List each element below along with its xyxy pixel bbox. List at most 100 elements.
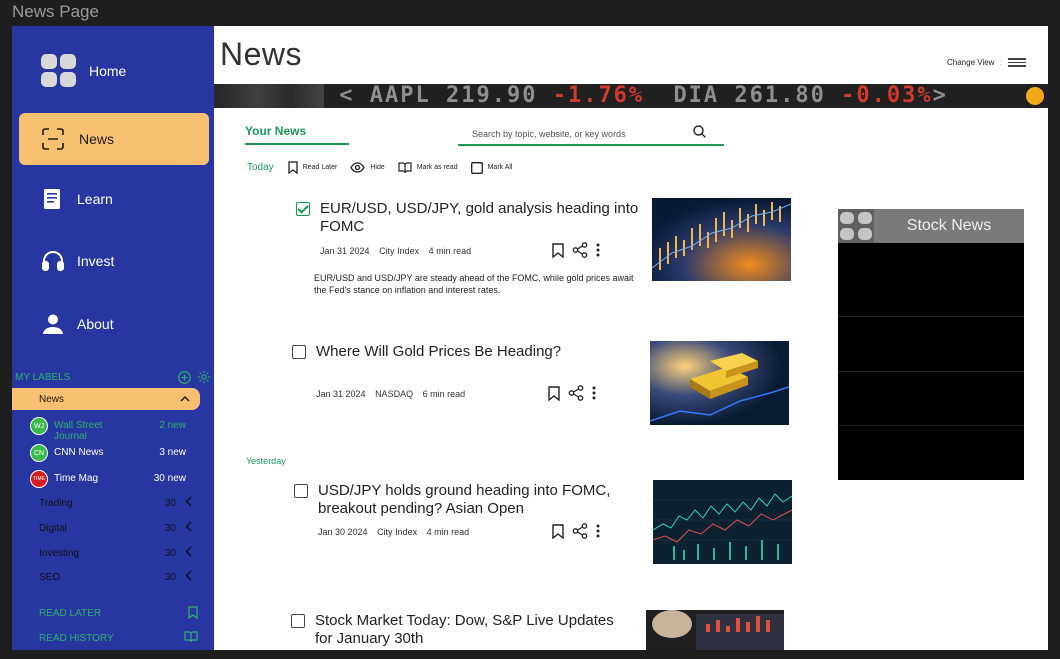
sidebar: Home News Learn Invest About MY LABELS N… bbox=[12, 26, 214, 650]
open-book-icon bbox=[398, 161, 412, 173]
bookmark-icon[interactable] bbox=[552, 242, 564, 258]
article-read-time: 6 min read bbox=[422, 389, 466, 399]
mark-as-read-button[interactable]: Mark as read bbox=[398, 161, 458, 174]
more-vertical-icon[interactable] bbox=[596, 243, 600, 257]
share-icon[interactable] bbox=[572, 242, 588, 258]
section-yesterday: Yesterday bbox=[246, 456, 286, 466]
add-circle-icon[interactable] bbox=[178, 370, 191, 384]
article-thumbnail[interactable] bbox=[646, 610, 784, 650]
article-title[interactable]: Stock Market Today: Dow, S&P Live Update… bbox=[315, 612, 635, 648]
ticker-symbol: DIA 261.80 bbox=[673, 84, 826, 108]
tab-underline bbox=[245, 143, 349, 145]
more-vertical-icon[interactable] bbox=[596, 524, 600, 538]
hide-button[interactable]: Hide bbox=[350, 162, 385, 173]
nav-learn[interactable]: Learn bbox=[19, 173, 209, 225]
article-meta: Jan 31 2024 NASDAQ 6 min read bbox=[316, 389, 472, 399]
mark-all-button[interactable]: Mark All bbox=[470, 161, 513, 174]
source-count: 30 new bbox=[153, 473, 186, 484]
more-vertical-icon[interactable] bbox=[592, 386, 596, 400]
read-later-button[interactable]: Read Later bbox=[288, 161, 337, 174]
source-count: 2 new bbox=[159, 420, 186, 431]
search-input[interactable] bbox=[458, 125, 688, 143]
article-actions bbox=[548, 385, 604, 401]
read-later-link[interactable]: READ LATER bbox=[12, 604, 214, 624]
nav-home[interactable]: Home bbox=[19, 45, 209, 97]
article-title[interactable]: Where Will Gold Prices Be Heading? bbox=[316, 343, 646, 361]
article-source: NASDAQ bbox=[375, 389, 414, 399]
category-item-trading[interactable]: Trading 30 bbox=[12, 494, 214, 514]
source-item-wsj[interactable]: WJ Wall Street Journal 2 new bbox=[12, 414, 214, 442]
stock-ticker: < AAPL 219.90 -1.76% DIA 261.80 -0.03%> bbox=[214, 84, 1048, 108]
article-checkbox[interactable] bbox=[291, 614, 305, 628]
category-name: SEO bbox=[39, 572, 61, 583]
chevron-left-icon[interactable] bbox=[185, 546, 192, 560]
ticker-change: -1.76% bbox=[552, 84, 645, 108]
eye-icon bbox=[350, 162, 366, 173]
stock-news-header: Stock News bbox=[838, 209, 1024, 243]
label-item-news[interactable]: News bbox=[12, 388, 200, 410]
article-thumbnail[interactable] bbox=[650, 341, 789, 425]
nav-invest[interactable]: Invest bbox=[19, 235, 209, 287]
read-history-link[interactable]: READ HISTORY bbox=[12, 629, 214, 649]
read-later-label: READ LATER bbox=[39, 608, 102, 619]
chevron-left-icon[interactable] bbox=[185, 570, 192, 584]
category-item-digital[interactable]: Digital 30 bbox=[12, 519, 214, 539]
article-date: Jan 31 2024 bbox=[316, 389, 366, 399]
search-icon[interactable] bbox=[693, 125, 706, 143]
stock-news-title: Stock News bbox=[906, 217, 992, 234]
category-item-seo[interactable]: SEO 30 bbox=[12, 568, 214, 588]
article-title[interactable]: EUR/USD, USD/JPY, gold analysis heading … bbox=[320, 200, 650, 236]
divider bbox=[838, 425, 1024, 426]
article-meta: Jan 30 2024 City Index 4 min read bbox=[318, 527, 476, 537]
change-view-label: Change View bbox=[947, 57, 995, 67]
bookmark-icon bbox=[188, 606, 198, 622]
nav-learn-label: Learn bbox=[77, 191, 113, 207]
category-item-investing[interactable]: Investing 30 bbox=[12, 544, 214, 564]
bookmark-icon[interactable] bbox=[552, 523, 564, 539]
page-title: News bbox=[220, 36, 303, 72]
share-icon[interactable] bbox=[568, 385, 584, 401]
share-icon[interactable] bbox=[572, 523, 588, 539]
mark-all-label: Mark All bbox=[487, 164, 513, 171]
article-checkbox[interactable] bbox=[294, 484, 308, 498]
nav-news[interactable]: News bbox=[19, 113, 209, 165]
ticker-change: -0.03% bbox=[841, 84, 933, 108]
ticker-status-icon bbox=[1026, 87, 1044, 105]
chevron-left-icon[interactable] bbox=[185, 521, 192, 535]
bookmark-icon[interactable] bbox=[548, 385, 560, 401]
article-thumbnail[interactable] bbox=[653, 480, 792, 564]
book-icon bbox=[41, 181, 63, 217]
source-item-time[interactable]: TIME Time Mag 30 new bbox=[12, 467, 214, 491]
gear-icon[interactable] bbox=[197, 370, 211, 384]
article-thumbnail[interactable] bbox=[652, 198, 791, 281]
source-count: 3 new bbox=[159, 447, 186, 458]
source-item-cnn[interactable]: CN CNN News 3 new bbox=[12, 441, 214, 465]
category-name: Investing bbox=[39, 548, 80, 559]
article-date: Jan 31 2024 bbox=[320, 246, 370, 256]
article-title[interactable]: USD/JPY holds ground heading into FOMC, … bbox=[318, 482, 638, 518]
article-actions bbox=[552, 242, 608, 258]
menu-icon bbox=[1007, 56, 1026, 69]
nav-about-label: About bbox=[77, 316, 114, 332]
article-checkbox[interactable] bbox=[292, 345, 306, 359]
time-logo-icon: TIME bbox=[30, 470, 48, 488]
article-checkbox[interactable] bbox=[296, 202, 310, 216]
ticker-symbol: AAPL 219.90 bbox=[369, 84, 538, 108]
scan-icon bbox=[41, 121, 65, 157]
article-date: Jan 30 2024 bbox=[318, 527, 368, 537]
grid-icon bbox=[838, 209, 874, 243]
source-name: Time Mag bbox=[54, 473, 99, 484]
change-view-button[interactable]: Change View : bbox=[947, 56, 1026, 69]
stock-news-widget: Stock News bbox=[838, 209, 1024, 480]
article-source: City Index bbox=[379, 246, 420, 256]
tab-your-news[interactable]: Your News bbox=[245, 124, 306, 138]
checkbox-icon bbox=[470, 161, 483, 174]
category-name: Trading bbox=[39, 498, 73, 509]
headset-icon bbox=[41, 243, 65, 279]
chevron-up-icon[interactable] bbox=[180, 393, 190, 405]
news-toolbar: Today Read Later Hide Mark as read Mark … bbox=[247, 161, 526, 174]
chevron-left-icon[interactable] bbox=[185, 496, 192, 510]
category-count: 30 bbox=[164, 523, 176, 534]
source-name: CNN News bbox=[54, 447, 104, 458]
nav-about[interactable]: About bbox=[19, 298, 209, 350]
